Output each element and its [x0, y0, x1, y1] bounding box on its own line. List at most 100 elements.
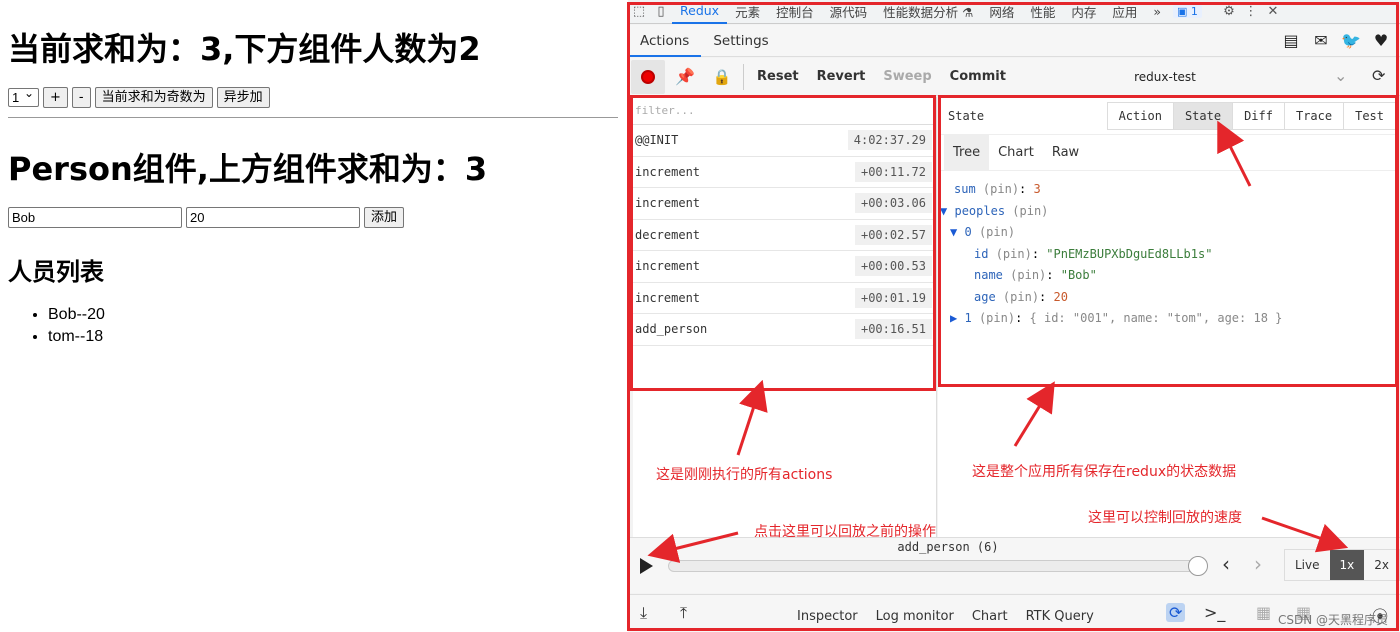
async-add-button[interactable]: 异步加 [216, 87, 270, 108]
speed-live-button[interactable]: Live [1285, 550, 1330, 580]
pin-label[interactable]: (pin) [996, 247, 1032, 261]
step-forward-icon[interactable]: › [1254, 552, 1262, 576]
export-icon[interactable]: ⤒ [680, 603, 687, 623]
tab-settings[interactable]: Settings [701, 25, 780, 57]
list-item[interactable]: increment +00:00.53 [633, 251, 936, 283]
list-item[interactable]: @@INIT 4:02:37.29 [633, 125, 936, 157]
inspect-element-icon[interactable]: ⬚ [628, 1, 650, 23]
settings-gear-icon[interactable]: ⚙ [1218, 1, 1240, 23]
tree-node-1[interactable]: ▶ 1 (pin): { id: "001", name: "tom", age… [938, 308, 1398, 330]
heart-icon[interactable]: ♥ [1370, 30, 1392, 52]
close-icon[interactable]: ✕ [1262, 1, 1284, 23]
step-back-icon[interactable]: ‹ [1222, 552, 1230, 576]
tab-chart[interactable]: Chart [989, 135, 1043, 171]
tree-node-name: name (pin): "Bob" [974, 268, 1097, 282]
action-name: increment [635, 164, 701, 179]
import-icon[interactable]: ⤓ [640, 603, 647, 623]
tab-redux[interactable]: Redux [672, 0, 728, 24]
play-icon[interactable] [640, 558, 653, 574]
tab-console[interactable]: 控制台 [768, 2, 822, 21]
lock-button[interactable]: 🔒 [705, 60, 739, 94]
node-value: "PnEMzBUPXbDguEd8LLb1s" [1046, 246, 1213, 261]
minus-button[interactable]: - [71, 87, 91, 108]
list-item[interactable]: increment +00:01.19 [633, 283, 936, 314]
pin-label[interactable]: (pin) [1003, 290, 1039, 304]
list-item[interactable]: decrement +00:02.57 [633, 220, 936, 251]
list-item[interactable]: add_person +00:16.51 [633, 314, 936, 346]
kebab-menu-icon[interactable]: ⋮ [1240, 1, 1262, 23]
pin-label[interactable]: (pin) [1010, 268, 1046, 282]
instance-selector[interactable]: redux-test [990, 70, 1340, 84]
speed-control: Live 1x 2x [1284, 549, 1400, 581]
tab-application[interactable]: 应用 [1104, 2, 1145, 21]
node-key: sum [954, 182, 976, 196]
replay-slider-handle[interactable] [1188, 556, 1208, 576]
sweep-button[interactable]: Sweep [874, 69, 940, 84]
tree-node-sum: sum (pin): 3 [954, 182, 1041, 196]
monitor-chart[interactable]: Chart [963, 609, 1017, 624]
monitor-rtk-query[interactable]: RTK Query [1017, 609, 1103, 624]
replay-slider-bar: add_person (6) ‹ › Live 1x 2x [628, 537, 1400, 593]
tab-state[interactable]: State [1172, 102, 1233, 129]
terminal-icon[interactable]: >_ [1204, 603, 1225, 622]
expanded-triangle-icon[interactable]: ▼ [950, 225, 957, 239]
add-if-odd-button[interactable]: 当前求和为奇数为 [94, 87, 213, 108]
speed-2x-button[interactable]: 2x [1364, 550, 1399, 580]
feedback-chat-icon[interactable]: ✉ [1310, 30, 1332, 52]
tab-trace[interactable]: Trace [1283, 102, 1343, 129]
sync-icon[interactable]: ⟳ [1372, 66, 1385, 85]
devtools-panel: ⬚ ▯ Redux 元素 控制台 源代码 性能数据分析 ⚗ 网络 性能 内存 应… [628, 0, 1400, 632]
tab-tree[interactable]: Tree [944, 134, 990, 171]
pin-label[interactable]: (pin) [979, 225, 1015, 239]
node-key: peoples [954, 203, 1006, 218]
node-key: 0 [964, 225, 972, 239]
list-item[interactable]: increment +00:03.06 [633, 188, 936, 220]
more-tabs-button[interactable]: » [1145, 4, 1169, 19]
tab-actions[interactable]: Actions [628, 25, 702, 57]
action-time: 4:02:37.29 [847, 130, 932, 151]
tab-raw[interactable]: Raw [1043, 135, 1088, 171]
tab-memory[interactable]: 内存 [1063, 2, 1104, 21]
age-input[interactable]: 20 [186, 207, 360, 228]
monitor-log[interactable]: Log monitor [867, 609, 963, 624]
pin-button[interactable]: 📌 [668, 60, 702, 94]
divider [8, 117, 618, 118]
expanded-triangle-icon[interactable]: ▼ [940, 204, 947, 218]
increment-select[interactable]: 1 [8, 85, 39, 107]
react-app: 当前求和为：3,下方组件人数为2 1 + - 当前求和为奇数为 异步加 Pers… [0, 0, 622, 632]
tab-network[interactable]: 网络 [981, 2, 1022, 21]
tree-node-0[interactable]: ▼ 0 (pin) [938, 222, 1398, 244]
action-time: +00:00.53 [854, 256, 932, 277]
dispatcher-sync-icon[interactable]: ⟳ [1166, 603, 1186, 622]
action-filter-input[interactable]: filter... [633, 97, 936, 125]
speed-1x-button[interactable]: 1x [1329, 550, 1365, 580]
grid-icon[interactable]: ▦ [1256, 603, 1271, 622]
pin-label[interactable]: (pin) [979, 311, 1015, 325]
pin-label[interactable]: (pin) [983, 182, 1019, 196]
plus-button[interactable]: + [43, 87, 68, 108]
tab-elements[interactable]: 元素 [727, 2, 768, 21]
twitter-icon[interactable]: 🐦 [1340, 30, 1362, 52]
record-button[interactable] [631, 59, 665, 94]
tab-diff[interactable]: Diff [1232, 102, 1284, 129]
tab-performance[interactable]: 性能 [1022, 2, 1063, 21]
tab-performance-insights[interactable]: 性能数据分析 ⚗ [875, 2, 981, 21]
tab-sources[interactable]: 源代码 [822, 2, 876, 21]
reset-button[interactable]: Reset [748, 69, 808, 84]
tree-node-peoples[interactable]: ▼ peoples (pin) [938, 201, 1398, 223]
name-input[interactable]: Bob [8, 207, 182, 228]
replay-slider-track[interactable] [668, 560, 1203, 572]
issues-badge[interactable]: ▣ 1 [1173, 5, 1202, 18]
pin-label[interactable]: (pin) [1012, 204, 1048, 218]
collapsed-triangle-icon[interactable]: ▶ [950, 311, 957, 325]
list-item[interactable]: increment +00:11.72 [633, 157, 936, 188]
revert-button[interactable]: Revert [808, 69, 875, 84]
tab-action[interactable]: Action [1108, 103, 1173, 129]
chevron-down-icon[interactable]: ⌄ [1334, 66, 1347, 85]
monitor-inspector[interactable]: Inspector [788, 609, 867, 624]
add-person-button[interactable]: 添加 [364, 207, 405, 228]
tab-test[interactable]: Test [1343, 102, 1395, 129]
docs-book-icon[interactable]: ▤ [1280, 30, 1302, 52]
device-toolbar-icon[interactable]: ▯ [650, 1, 672, 23]
node-value: { id: "001", name: "tom", age: 18 } [1029, 311, 1283, 325]
